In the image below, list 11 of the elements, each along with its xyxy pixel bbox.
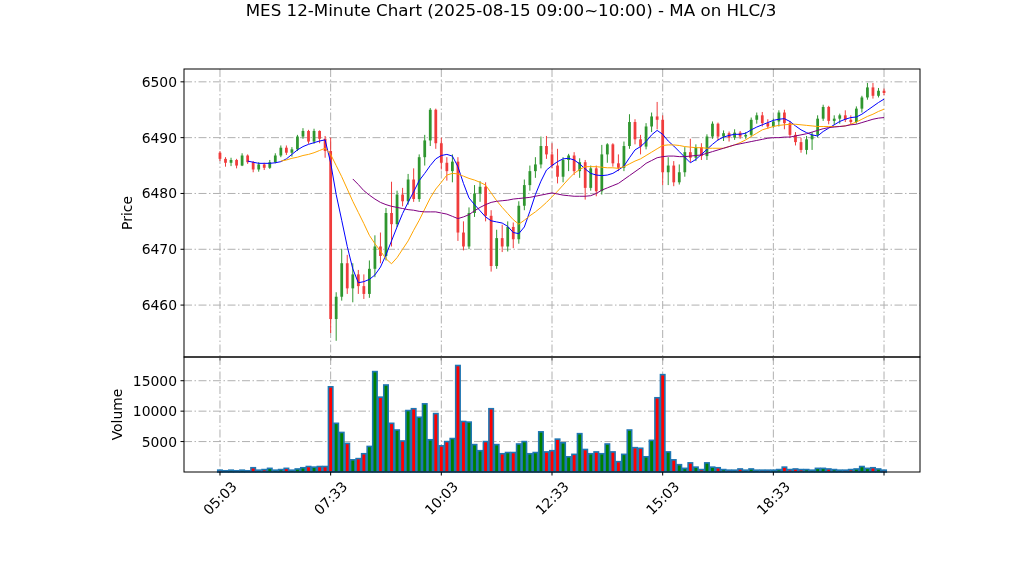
y-axis-label: Volume (109, 388, 125, 441)
y-tick-label: 6470 (141, 241, 177, 258)
y-tick-label: 6490 (141, 129, 177, 146)
y-tick-label: 6460 (141, 297, 177, 314)
y-tick-label: 15000 (132, 372, 177, 389)
y-axis-label: Price (119, 196, 135, 230)
y-tick-label: 10000 (132, 403, 177, 420)
y-tick-label: 6500 (141, 73, 177, 90)
y-tick-label: 5000 (141, 433, 177, 450)
y-tick-label: 6480 (141, 185, 177, 202)
chart-title: MES 12-Minute Chart (2025-08-15 09:00~10:00) - MA on HLC/3 (245, 0, 777, 20)
